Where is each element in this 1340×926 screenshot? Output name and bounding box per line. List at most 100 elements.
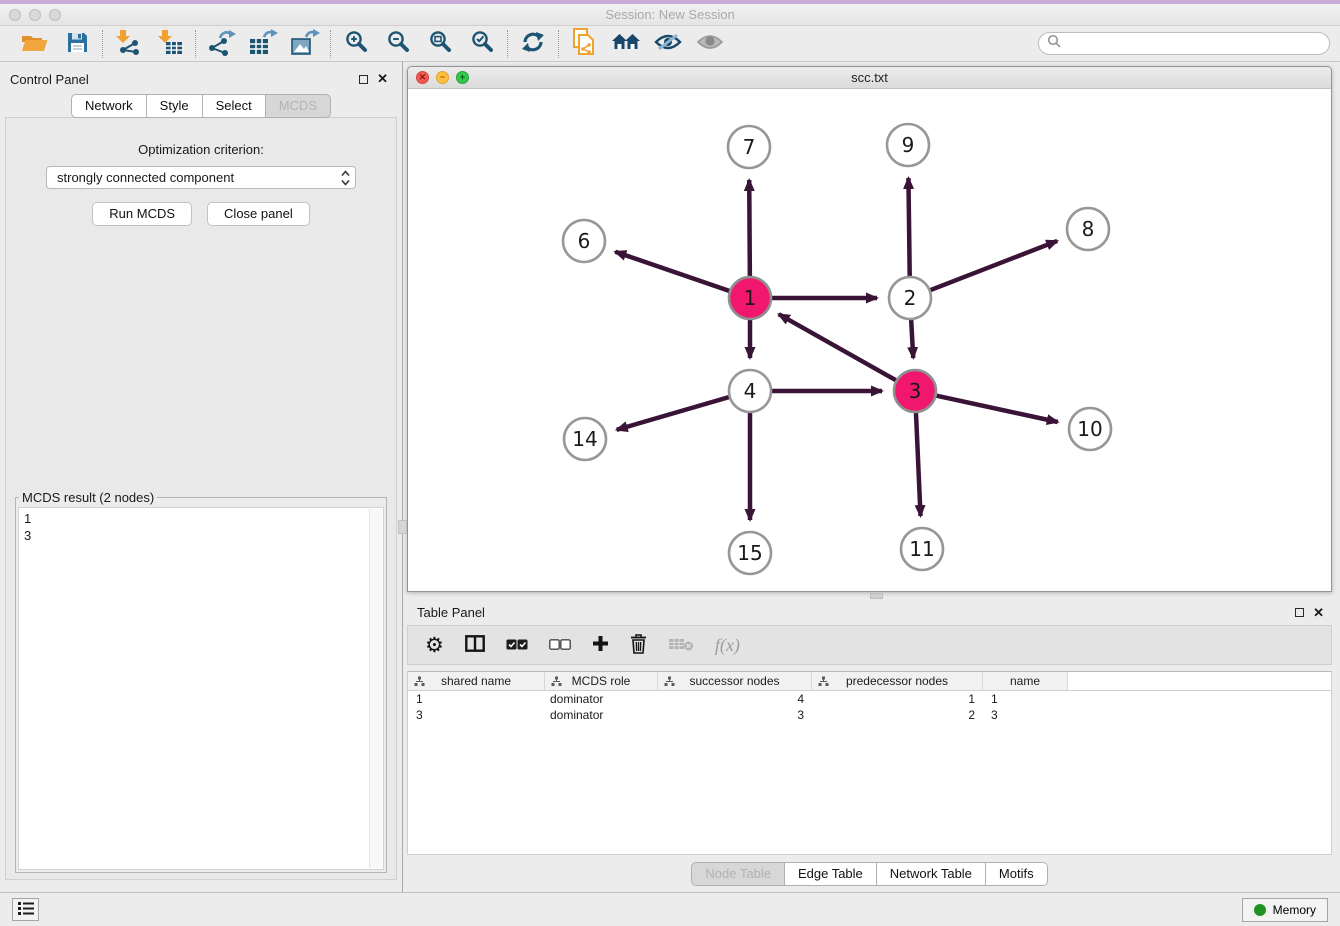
table-settings-button[interactable]: ⚙ (425, 630, 444, 660)
task-history-button[interactable] (12, 898, 39, 921)
table-row[interactable]: 3dominator323 (408, 707, 1331, 723)
network-canvas[interactable]: 7 9 6 8 1 2 4 3 14 10 15 11 (408, 89, 1331, 591)
export-image-button[interactable] (289, 29, 321, 59)
graph-node-3[interactable]: 3 (894, 370, 936, 412)
add-column-button[interactable] (592, 630, 609, 660)
table-row[interactable]: 1dominator411 (408, 691, 1331, 707)
svg-text:4: 4 (744, 379, 757, 403)
export-network-button[interactable] (205, 29, 237, 59)
tab-motifs[interactable]: Motifs (986, 862, 1048, 886)
split-view-button[interactable] (465, 630, 485, 660)
result-scrollbar[interactable] (369, 509, 382, 868)
close-panel-icon[interactable]: ✕ (377, 74, 388, 84)
graph-edge-2-3[interactable] (911, 320, 913, 358)
memory-button[interactable]: Memory (1242, 898, 1328, 922)
criterion-dropdown[interactable]: strongly connected component (46, 166, 356, 189)
table-toolbar: ⚙ f(x) (407, 625, 1332, 665)
network-window-titlebar[interactable]: ✕ − + scc.txt (408, 67, 1331, 89)
function-builder-button[interactable]: f(x) (715, 630, 740, 660)
svg-text:1: 1 (744, 286, 757, 310)
tab-network[interactable]: Network (71, 94, 147, 118)
mcds-result-values: 1 3 (19, 508, 383, 546)
graph-node-4[interactable]: 4 (729, 370, 771, 412)
run-mcds-button[interactable]: Run MCDS (92, 202, 192, 226)
houses-icon (611, 30, 641, 57)
save-session-button[interactable] (61, 29, 93, 59)
import-table-button[interactable] (154, 29, 186, 59)
search-input[interactable] (1066, 37, 1321, 51)
graph-edge-1-6[interactable] (615, 252, 729, 291)
column-header-name[interactable]: name (983, 672, 1068, 690)
import-network-button[interactable] (112, 29, 144, 59)
checked-boxes-icon (506, 638, 528, 653)
table-tabs: Node Table Edge Table Network Table Moti… (407, 855, 1332, 892)
tab-mcds[interactable]: MCDS (266, 94, 331, 118)
home-button[interactable] (610, 29, 642, 59)
criterion-value: strongly connected component (57, 170, 234, 185)
graph-edge-4-14[interactable] (617, 397, 729, 430)
graph-node-10[interactable]: 10 (1069, 408, 1111, 450)
show-graphics-details-button[interactable] (694, 29, 726, 59)
graph-edge-3-10[interactable] (936, 396, 1057, 422)
table-cell: 4 (658, 691, 812, 707)
open-session-button[interactable] (19, 29, 51, 59)
zoom-in-button[interactable] (340, 29, 372, 59)
graph-edge-2-8[interactable] (931, 241, 1058, 290)
graph-node-2[interactable]: 2 (889, 277, 931, 319)
export-table-button[interactable] (247, 29, 279, 59)
graph-node-8[interactable]: 8 (1067, 208, 1109, 250)
network-graph[interactable]: 7 9 6 8 1 2 4 3 14 10 15 11 (408, 89, 1330, 591)
graph-edge-3-11[interactable] (916, 413, 921, 516)
column-header-predecessor-nodes[interactable]: predecessor nodes (812, 672, 983, 690)
close-table-panel-icon[interactable]: ✕ (1313, 608, 1324, 618)
graph-edge-3-1[interactable] (779, 314, 896, 380)
zoom-out-icon (386, 30, 410, 57)
graph-node-7[interactable]: 7 (728, 126, 770, 168)
tab-node-table[interactable]: Node Table (691, 862, 785, 886)
refresh-button[interactable] (517, 29, 549, 59)
tab-network-table[interactable]: Network Table (877, 862, 986, 886)
delete-table-button[interactable] (668, 630, 694, 660)
zoom-out-button[interactable] (382, 29, 414, 59)
column-header-mcds-role[interactable]: MCDS role (545, 672, 658, 690)
zoom-selected-button[interactable] (466, 29, 498, 59)
mcds-result-list[interactable]: 1 3 (18, 507, 384, 870)
horizontal-splitter-handle[interactable] (870, 593, 883, 599)
search-box[interactable] (1038, 32, 1330, 55)
close-panel-button[interactable]: Close panel (207, 202, 310, 226)
select-all-button[interactable] (506, 630, 528, 660)
delete-column-button[interactable] (630, 630, 647, 660)
status-bar: Memory (0, 892, 1340, 926)
graph-node-15[interactable]: 15 (729, 532, 771, 574)
table-cell: 1 (812, 691, 983, 707)
table-cell: 1 (408, 691, 545, 707)
svg-text:2: 2 (904, 286, 917, 310)
float-table-panel-icon[interactable] (1295, 608, 1304, 617)
tab-select[interactable]: Select (203, 94, 266, 118)
open-network-file-button[interactable] (568, 29, 600, 59)
zoom-in-icon (344, 30, 368, 57)
mcds-result-title: MCDS result (2 nodes) (19, 490, 157, 505)
column-header-successor-nodes[interactable]: successor nodes (658, 672, 812, 690)
column-header-shared-name[interactable]: shared name (408, 672, 545, 690)
svg-text:8: 8 (1082, 217, 1095, 241)
vertical-splitter-handle[interactable] (398, 520, 407, 534)
float-panel-icon[interactable] (359, 75, 368, 84)
table-cell: 2 (812, 707, 983, 723)
graph-edge-2-9[interactable] (908, 178, 909, 276)
hide-graphics-details-button[interactable] (652, 29, 684, 59)
table-cell: dominator (545, 691, 658, 707)
horizontal-splitter[interactable] (407, 592, 1332, 600)
graph-node-6[interactable]: 6 (563, 220, 605, 262)
graph-node-11[interactable]: 11 (901, 528, 943, 570)
deselect-all-button[interactable] (549, 630, 571, 660)
graph-node-1[interactable]: 1 (729, 277, 771, 319)
table-panel-title: Table Panel (417, 605, 485, 620)
graph-edge-1-7[interactable] (749, 180, 750, 276)
memory-label: Memory (1273, 903, 1316, 917)
zoom-fit-button[interactable] (424, 29, 456, 59)
graph-node-9[interactable]: 9 (887, 124, 929, 166)
tab-edge-table[interactable]: Edge Table (785, 862, 877, 886)
tab-style[interactable]: Style (147, 94, 203, 118)
graph-node-14[interactable]: 14 (564, 418, 606, 460)
